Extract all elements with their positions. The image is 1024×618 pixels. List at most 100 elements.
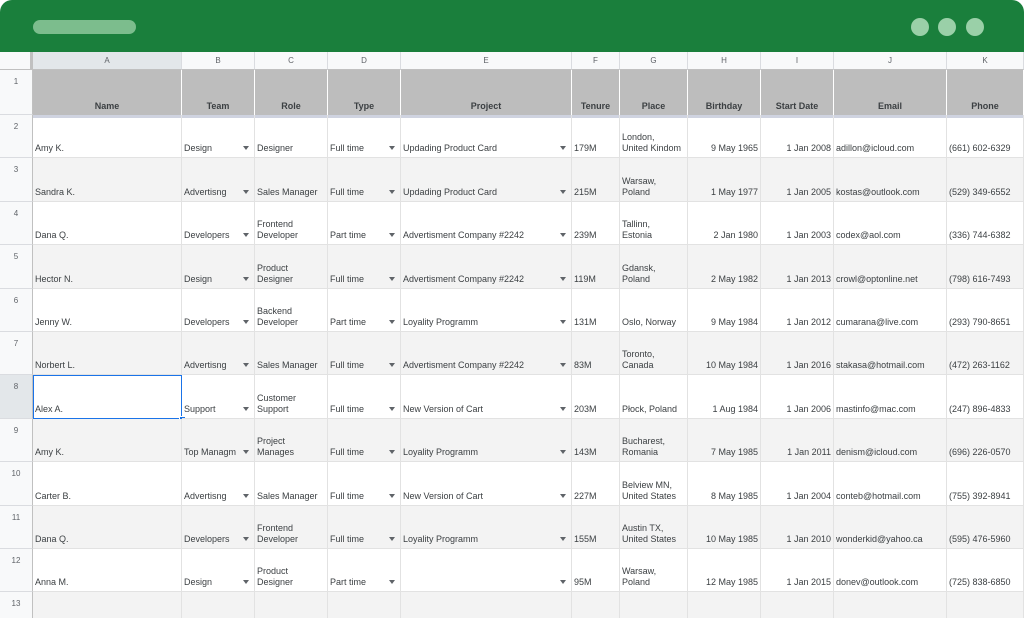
cell-tenure[interactable] (572, 592, 620, 618)
cell-birthday[interactable]: 1 May 1977 (688, 158, 761, 202)
cell-place[interactable]: Gdansk, Poland (620, 245, 688, 289)
header-cell-place[interactable]: Place (620, 70, 688, 115)
cell-role[interactable]: Customer Support (255, 375, 328, 419)
cell-tenure[interactable]: 83M (572, 332, 620, 376)
cell-name[interactable]: Alex A. (33, 375, 182, 419)
cell-name[interactable]: Dana Q. (33, 505, 182, 549)
cell-tenure[interactable]: 215M (572, 158, 620, 202)
header-cell-phone[interactable]: Phone (947, 70, 1024, 115)
cell-role[interactable]: Sales Manager (255, 158, 328, 202)
cell-birthday[interactable]: 12 May 1985 (688, 549, 761, 593)
chevron-down-icon[interactable] (243, 233, 249, 238)
header-cell-project[interactable]: Project (401, 70, 572, 115)
chevron-down-icon[interactable] (243, 189, 249, 194)
cell-start[interactable]: 1 Jan 2011 (761, 418, 834, 463)
row-header-4[interactable]: 4 (0, 201, 33, 246)
row-header-3[interactable]: 3 (0, 158, 33, 202)
cell-phone[interactable]: (472) 263-1162 (947, 332, 1024, 376)
dropdown-cell-project[interactable]: Updading Product Card (401, 115, 572, 159)
cell-role[interactable]: Sales Manager (255, 332, 328, 376)
column-header-k[interactable]: K (947, 52, 1024, 70)
row-header-9[interactable]: 9 (0, 418, 33, 463)
cell-tenure[interactable]: 179M (572, 115, 620, 159)
cell-place[interactable]: Oslo, Norway (620, 288, 688, 332)
cell-name[interactable]: Norbert L. (33, 332, 182, 376)
chevron-down-icon[interactable] (389, 363, 395, 368)
cell-tenure[interactable]: 227M (572, 462, 620, 506)
chevron-down-icon[interactable] (560, 406, 566, 411)
chevron-down-icon[interactable] (560, 493, 566, 498)
cell-role[interactable]: Project Manages (255, 418, 328, 463)
row-header-2[interactable]: 2 (0, 115, 33, 159)
chevron-down-icon[interactable] (389, 493, 395, 498)
dropdown-cell-type[interactable]: Part time (328, 288, 401, 332)
column-header-j[interactable]: J (834, 52, 947, 70)
cell-start[interactable]: 1 Jan 2006 (761, 375, 834, 419)
cell-place[interactable]: Płock, Poland (620, 375, 688, 419)
cell-name[interactable]: Anna M. (33, 549, 182, 593)
cell-email[interactable]: kostas@outlook.com (834, 158, 947, 202)
dropdown-cell-project[interactable]: Loyality Programm (401, 505, 572, 549)
cell-name[interactable]: Hector N. (33, 245, 182, 289)
cell-tenure[interactable]: 239M (572, 201, 620, 246)
cell-birthday[interactable]: 1 Aug 1984 (688, 375, 761, 419)
dropdown-cell-type[interactable]: Full time (328, 375, 401, 419)
dropdown-cell-project[interactable]: Loyality Programm (401, 418, 572, 463)
row-header-1[interactable]: 1 (0, 70, 33, 115)
dropdown-cell-team[interactable]: Top Managm (182, 418, 255, 463)
dropdown-cell-project[interactable]: New Version of Cart (401, 462, 572, 506)
cell-place[interactable]: Toronto, Canada (620, 332, 688, 376)
dropdown-cell-team[interactable]: Support (182, 375, 255, 419)
chevron-down-icon[interactable] (389, 189, 395, 194)
cell-name[interactable]: Amy K. (33, 418, 182, 463)
chevron-down-icon[interactable] (560, 146, 566, 151)
cell-phone[interactable]: (247) 896-4833 (947, 375, 1024, 419)
chevron-down-icon[interactable] (243, 276, 249, 281)
cell-place[interactable]: Austin TX, United States (620, 505, 688, 549)
cell-place[interactable]: Warsaw, Poland (620, 158, 688, 202)
chevron-down-icon[interactable] (389, 233, 395, 238)
chevron-down-icon[interactable] (243, 319, 249, 324)
cell-start[interactable]: 1 Jan 2004 (761, 462, 834, 506)
chevron-down-icon[interactable] (560, 450, 566, 455)
column-header-a[interactable]: A (33, 52, 182, 70)
cell-role[interactable]: Backend (255, 592, 328, 618)
cell-email[interactable]: crowl@optonline.net (834, 245, 947, 289)
chevron-down-icon[interactable] (389, 536, 395, 541)
cell-email[interactable]: stakasa@hotmail.com (834, 332, 947, 376)
cell-email[interactable]: cumarana@live.com (834, 288, 947, 332)
cell-place[interactable]: London, United Kindom (620, 115, 688, 159)
select-all-corner[interactable] (0, 52, 33, 70)
dropdown-cell-project[interactable]: Advertisment Company #2242 (401, 201, 572, 246)
cell-start[interactable]: 1 Jan 2008 (761, 115, 834, 159)
cell-start[interactable]: 1 Jan 2013 (761, 245, 834, 289)
cell-role[interactable]: Backend Developer (255, 288, 328, 332)
column-header-f[interactable]: F (572, 52, 620, 70)
dropdown-cell-type[interactable]: Full time (328, 418, 401, 463)
chevron-down-icon[interactable] (243, 580, 249, 585)
row-header-10[interactable]: 10 (0, 462, 33, 506)
dropdown-cell-type[interactable]: Part time (328, 201, 401, 246)
chevron-down-icon[interactable] (389, 406, 395, 411)
cell-start[interactable]: 1 Jan 2012 (761, 288, 834, 332)
chevron-down-icon[interactable] (389, 450, 395, 455)
row-header-11[interactable]: 11 (0, 505, 33, 549)
cell-phone[interactable]: (529) 349-6552 (947, 158, 1024, 202)
cell-birthday[interactable]: 9 May 1965 (688, 115, 761, 159)
cell-email[interactable]: conteb@hotmail.com (834, 462, 947, 506)
cell-name[interactable]: Sandra K. (33, 158, 182, 202)
cell-tenure[interactable]: 143M (572, 418, 620, 463)
cell-role[interactable]: Sales Manager (255, 462, 328, 506)
dropdown-cell-type[interactable]: Full time (328, 462, 401, 506)
cell-email[interactable] (834, 592, 947, 618)
cell-birthday[interactable]: 9 May 1984 (688, 288, 761, 332)
cell-phone[interactable]: (755) 392-8941 (947, 462, 1024, 506)
cell-tenure[interactable]: 155M (572, 505, 620, 549)
chevron-down-icon[interactable] (243, 536, 249, 541)
dropdown-cell-project[interactable]: Advertisment Company #2242 (401, 332, 572, 376)
column-header-i[interactable]: I (761, 52, 834, 70)
cell-start[interactable] (761, 592, 834, 618)
column-header-e[interactable]: E (401, 52, 572, 70)
header-cell-name[interactable]: Name (33, 70, 182, 115)
dropdown-cell-type[interactable]: Full time (328, 245, 401, 289)
